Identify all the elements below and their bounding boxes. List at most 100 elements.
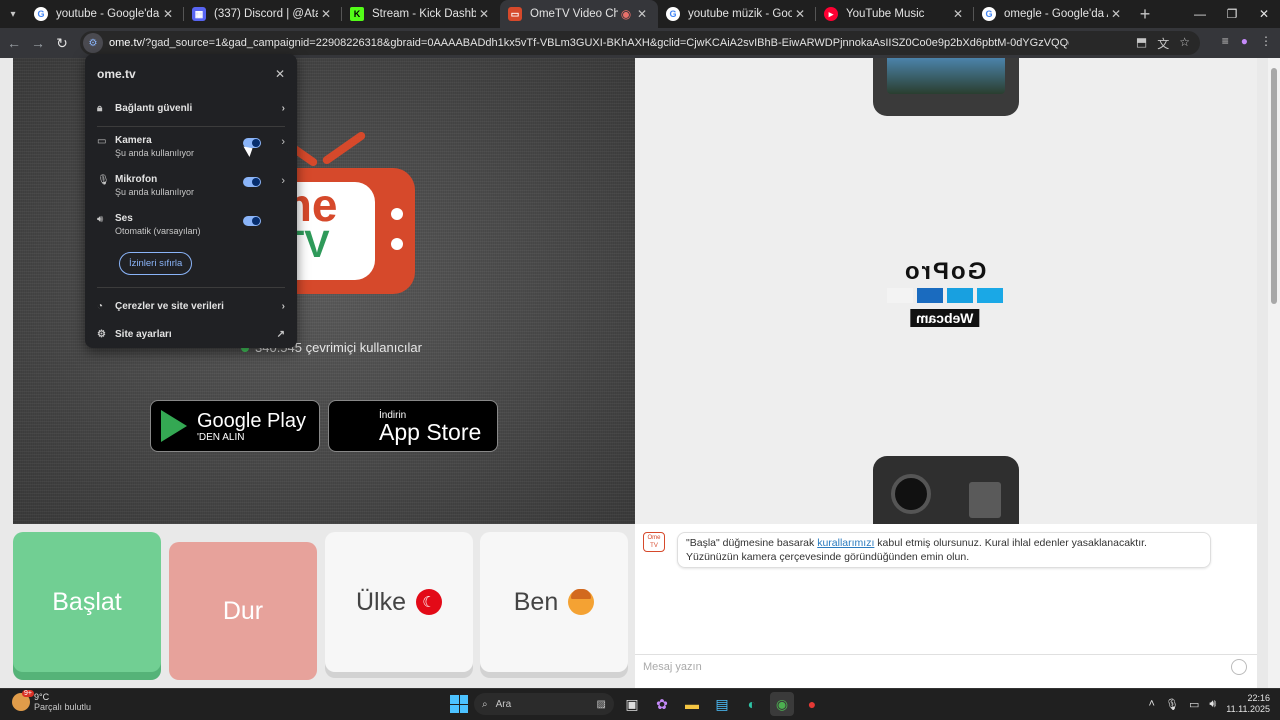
search-icon: ⌕ [482, 698, 488, 710]
site-settings-row[interactable]: ⚙ Site ayarları ↗ [97, 320, 285, 348]
camera-permission-row[interactable]: ▭ Kamera Şu anda kullanılıyor › [97, 131, 285, 170]
app-store-badge[interactable]: İndirin App Store [328, 400, 498, 452]
chevron-right-icon: › [281, 175, 285, 187]
camera-image-top [873, 58, 1019, 116]
profile-avatar-icon[interactable]: ● [1241, 34, 1248, 48]
camera-image-bottom [873, 456, 1019, 524]
gender-button[interactable]: Ben [480, 532, 628, 672]
microphone-permission-row[interactable]: 🎙︎ Mikrofon Şu anda kullanılıyor › [97, 170, 285, 209]
google-icon: G [982, 7, 996, 21]
window-controls: — ❐ ✕ [1184, 0, 1280, 28]
microphone-toggle[interactable] [243, 177, 261, 187]
weather-widget[interactable]: 9+ 9°C Parçalı bulutlu [12, 690, 91, 712]
task-view-icon[interactable]: ▣ [620, 692, 644, 716]
network-icon[interactable]: ▭ [1189, 698, 1199, 711]
tab-youtube-music[interactable]: ▸ YouTube Music ✕ [816, 0, 974, 28]
start-menu-icon[interactable] [450, 695, 468, 713]
edge-icon[interactable]: ◐ [740, 692, 764, 716]
file-explorer-icon[interactable]: ▬ [680, 692, 704, 716]
rules-link[interactable]: kurallarımızı [817, 537, 874, 549]
page-scrollbar[interactable] [1268, 58, 1280, 688]
tab-kick[interactable]: K Stream - Kick Dashboard ✕ [342, 0, 500, 28]
reset-permissions-button[interactable]: İzinleri sıfırla [119, 252, 193, 275]
ometv-icon: ▭ [508, 7, 522, 21]
sound-toggle[interactable] [243, 216, 261, 226]
restore-icon[interactable]: ❐ [1216, 0, 1248, 28]
close-icon[interactable]: ✕ [792, 7, 808, 21]
start-button[interactable]: Başlat [13, 532, 161, 672]
install-icon[interactable]: ⬒ [1136, 35, 1147, 52]
sound-permission-row[interactable]: 🔊︎ SesOtomatik (varsayılan) › [97, 209, 285, 248]
weather-icon: 9+ [12, 690, 34, 711]
emoji-icon[interactable] [1231, 659, 1247, 675]
forward-icon[interactable]: → [26, 35, 50, 51]
close-icon[interactable]: ✕ [476, 7, 492, 21]
google-play-icon [161, 410, 187, 442]
lock-icon: 🔒︎ [97, 102, 103, 114]
cookies-row[interactable]: ◔ Çerezler ve site verileri › [97, 292, 285, 320]
translate-icon[interactable]: 文 [1157, 35, 1169, 52]
popup-title: ome.tv [97, 67, 136, 81]
minimize-icon[interactable]: — [1184, 0, 1216, 28]
microphone-icon: 🎙︎ [97, 175, 110, 186]
google-icon: G [34, 7, 48, 21]
new-tab-button[interactable]: + [1132, 4, 1158, 25]
connection-secure-row[interactable]: 🔒︎ Bağlantı güvenli › [97, 94, 285, 122]
close-icon[interactable]: ✕ [318, 7, 334, 21]
store-icon[interactable]: ▤ [710, 692, 734, 716]
local-video: GoPro Webcam [635, 58, 1257, 524]
tab-discord[interactable]: ▦ (337) Discord | @Atanamayan F ✕ [184, 0, 342, 28]
system-tray: ˄ 🎙︎ ▭ 🔊︎ 22:16 11.11.2025 [1149, 693, 1270, 715]
copilot-icon[interactable]: ✿ [650, 692, 674, 716]
tab-strip: ▾ G youtube - Google'da Ara ✕ ▦ (337) Di… [0, 0, 1280, 28]
window-close-icon[interactable]: ✕ [1248, 0, 1280, 28]
kick-icon: K [350, 7, 364, 21]
tab-title: youtube müzik - Google'da Ara [688, 8, 792, 20]
tab-search-icon[interactable]: ▾ [0, 0, 26, 28]
tab-title: OmeTV Video Chat — Ome [530, 8, 618, 20]
close-icon[interactable]: ✕ [275, 67, 285, 81]
chrome-icon[interactable]: ◉ [770, 692, 794, 716]
tab-ometv[interactable]: ▭ OmeTV Video Chat — Ome ◉ ✕ [500, 0, 658, 28]
tab-title: Stream - Kick Dashboard [372, 8, 476, 20]
clock[interactable]: 22:16 11.11.2025 [1226, 693, 1270, 715]
tab-omegle-search[interactable]: G omegle - Google'da Ara ✕ [974, 0, 1132, 28]
gopro-logo: GoPro Webcam [885, 258, 1005, 328]
close-icon[interactable]: ✕ [160, 7, 176, 21]
microphone-tray-icon[interactable]: 🎙︎ [1165, 698, 1179, 711]
google-play-badge[interactable]: Google Play 'DEN ALIN [150, 400, 320, 452]
turkey-flag-icon: ☾ [416, 589, 442, 615]
menu-kebab-icon[interactable]: ⋮ [1260, 34, 1272, 48]
tab-title: (337) Discord | @Atanamayan F [214, 8, 318, 20]
app-icon[interactable]: ● [800, 692, 824, 716]
url-text[interactable]: ome.tv/?gad_source=1&gad_campaignid=2290… [109, 37, 1069, 49]
tab-youtube-search[interactable]: G youtube - Google'da Ara ✕ [26, 0, 184, 28]
country-button[interactable]: Ülke ☾ [325, 532, 473, 672]
windows-taskbar: 9+ 9°C Parçalı bulutlu ⌕ Ara ▨ ▣ ✿ ▬ ▤ ◐ ◉… [0, 688, 1280, 720]
volume-icon[interactable]: 🔊︎ [1209, 698, 1216, 711]
close-icon[interactable]: ✕ [1108, 7, 1124, 21]
google-icon: G [666, 7, 680, 21]
open-external-icon: ↗ [276, 328, 285, 340]
cookie-icon: ◔ [97, 300, 104, 312]
youtube-music-icon: ▸ [824, 7, 838, 21]
ometv-avatar: Ome TV [643, 532, 665, 552]
reload-icon[interactable]: ↻ [50, 35, 74, 52]
bookmark-star-icon[interactable]: ☆ [1179, 35, 1190, 52]
site-info-icon[interactable]: ⚙ [83, 33, 103, 53]
message-input[interactable]: Mesaj yazın [635, 654, 1257, 678]
chevron-right-icon: › [281, 102, 285, 114]
back-icon[interactable]: ← [2, 35, 26, 51]
tab-title: YouTube Music [846, 8, 925, 20]
address-bar[interactable]: ⚙ ome.tv/?gad_source=1&gad_campaignid=22… [80, 31, 1200, 55]
close-icon[interactable]: ✕ [950, 7, 966, 21]
media-controls-icon[interactable]: ≡ [1222, 34, 1229, 48]
tab-youtube-muzik-search[interactable]: G youtube müzik - Google'da Ara ✕ [658, 0, 816, 28]
close-icon[interactable]: ✕ [634, 7, 650, 21]
taskbar-search[interactable]: ⌕ Ara ▨ [474, 693, 614, 715]
google-play-sublabel: 'DEN ALIN [197, 431, 245, 443]
system-message: "Başla" düğmesine basarak kurallarımızı … [677, 532, 1211, 568]
discord-icon: ▦ [192, 7, 206, 21]
tray-overflow-icon[interactable]: ˄ [1149, 698, 1155, 710]
stop-button[interactable]: Dur [169, 542, 317, 680]
